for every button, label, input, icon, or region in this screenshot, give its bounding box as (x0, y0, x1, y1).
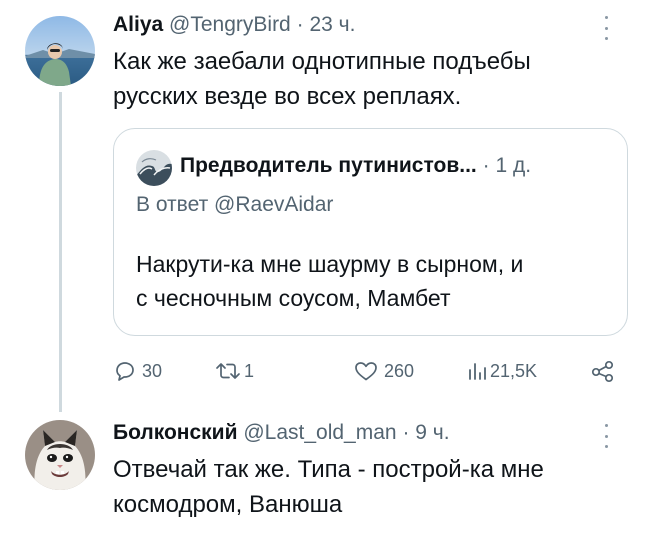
share-icon (591, 360, 614, 383)
cat-avatar-icon (25, 420, 95, 490)
avatar[interactable] (25, 16, 95, 86)
quote-text-line: с чесночным соусом, Мамбет (136, 285, 451, 311)
reply-text: Отвечай так же. Типа - построй-ка мне ко… (113, 452, 544, 522)
views-chart-icon (469, 363, 486, 380)
wave-avatar-icon (136, 150, 172, 186)
thread-connector-line (59, 92, 62, 412)
reply-count: 30 (142, 360, 163, 381)
reply-handle[interactable]: @RaevAidar (214, 193, 333, 216)
heart-icon (355, 362, 377, 381)
quote-text-line: Накрути-ка мне шаурму в сырном, и (136, 251, 524, 277)
reply-header: Болконский @Last_old_man · 9 ч. (113, 421, 450, 445)
user-avatar-photo-icon (25, 16, 95, 86)
more-options-icon[interactable] (600, 16, 612, 40)
repost-count: 1 (244, 360, 255, 381)
reply-context: В ответ @RaevAidar (136, 191, 333, 219)
quote-avatar[interactable] (136, 150, 172, 186)
display-name[interactable]: Болконский (113, 421, 238, 444)
tweet-text: Как же заебали однотипные подъебы русски… (113, 44, 531, 114)
reply-text-line: Отвечай так же. Типа - построй-ка мне (113, 456, 544, 483)
separator-dot: · (402, 421, 410, 444)
view-count: 21,5K (490, 360, 538, 381)
more-options-icon[interactable] (600, 424, 612, 448)
tweet-text-line: русских везде во всех реплаях. (113, 83, 462, 110)
reply-button[interactable]: 30 (113, 358, 162, 384)
tweet-text-line: Как же заебали однотипные подъебы (113, 48, 531, 75)
user-handle[interactable]: @Last_old_man (243, 421, 396, 444)
timestamp[interactable]: 9 ч. (415, 421, 449, 444)
separator-dot: · (296, 13, 304, 36)
quote-tweet-card[interactable]: Предводитель путинистов... · 1 д. В отве… (113, 128, 628, 336)
repost-icon (216, 363, 240, 379)
share-button[interactable] (590, 358, 616, 384)
reply-icon (116, 362, 134, 381)
quote-header: Предводитель путинистов... · 1 д. (180, 153, 531, 179)
quote-timestamp[interactable]: 1 д. (495, 154, 531, 177)
reply-prefix: В ответ (136, 193, 209, 216)
avatar[interactable] (25, 420, 95, 490)
reply-text-line: космодром, Ванюша (113, 491, 343, 518)
user-handle[interactable]: @TengryBird (169, 13, 291, 36)
repost-button[interactable]: 1 (214, 358, 254, 384)
display-name[interactable]: Aliya (113, 13, 163, 36)
timestamp[interactable]: 23 ч. (309, 13, 355, 36)
quote-display-name[interactable]: Предводитель путинистов... (180, 154, 477, 177)
like-count: 260 (384, 360, 415, 381)
separator-dot: · (482, 154, 490, 177)
views-button[interactable]: 21,5K (466, 358, 537, 384)
quote-text: Накрути-ка мне шаурму в сырном, и с чесн… (136, 247, 616, 315)
tweet-header: Aliya @TengryBird · 23 ч. (113, 13, 355, 37)
like-button[interactable]: 260 (353, 358, 414, 384)
